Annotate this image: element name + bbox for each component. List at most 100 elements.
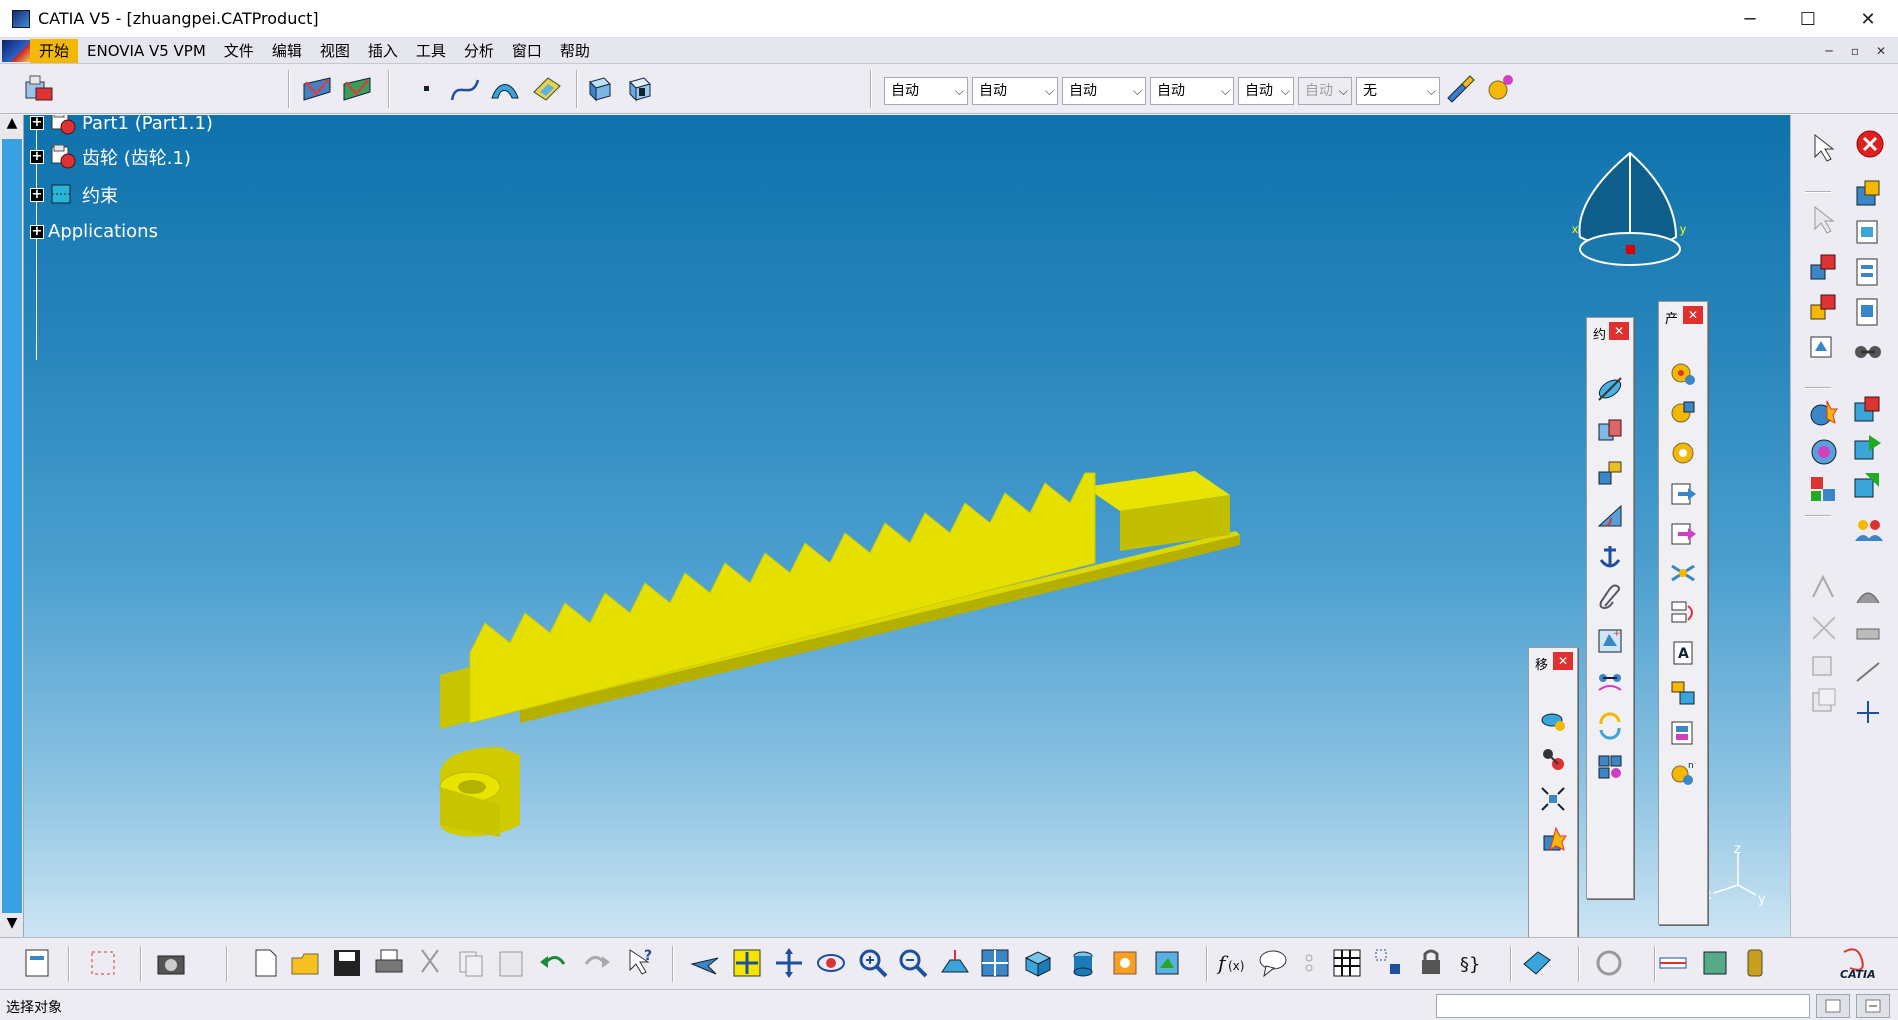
iso-view-icon[interactable] bbox=[1020, 946, 1054, 980]
measure-between-icon[interactable] bbox=[1851, 655, 1885, 689]
product-structure-floating-toolbar[interactable]: 产 ✕ A n bbox=[1658, 301, 1708, 925]
formula-icon[interactable]: f (x) bbox=[1214, 946, 1248, 980]
positioned-sketch-icon[interactable] bbox=[340, 72, 374, 106]
menu-window[interactable]: 窗口 bbox=[503, 39, 551, 63]
measure-between-icon[interactable] bbox=[1656, 946, 1690, 980]
capture-icon[interactable] bbox=[154, 946, 188, 980]
menu-view[interactable]: 视图 bbox=[311, 39, 359, 63]
assembly-feature-icon[interactable] bbox=[1807, 291, 1841, 325]
print-icon[interactable] bbox=[372, 946, 406, 980]
measure-item-icon[interactable] bbox=[1851, 615, 1885, 649]
swap-visible-space-icon[interactable] bbox=[1150, 946, 1184, 980]
exit-workbench-icon[interactable] bbox=[1853, 127, 1887, 161]
painter-icon[interactable] bbox=[1442, 72, 1476, 106]
render-style-select[interactable]: 无 ⌵ bbox=[1356, 77, 1440, 105]
doc-restore-button[interactable]: ▫ bbox=[1844, 41, 1866, 61]
generate-bom-icon[interactable] bbox=[1851, 255, 1885, 289]
fit-all-in-icon[interactable] bbox=[730, 946, 764, 980]
offset-constraint-icon[interactable] bbox=[1595, 458, 1625, 488]
flexible-rigid-icon[interactable] bbox=[1595, 668, 1625, 698]
gear-rack-model[interactable] bbox=[0, 115, 1790, 937]
sub-assembly-icon[interactable] bbox=[1851, 215, 1885, 249]
comment-icon[interactable] bbox=[1256, 946, 1290, 980]
change-constraint-icon[interactable] bbox=[1595, 710, 1625, 740]
constraints-floating-toolbar[interactable]: 约 ✕ + bbox=[1586, 317, 1634, 899]
doc-close-button[interactable]: ✕ bbox=[1870, 41, 1892, 61]
contact-constraint-icon[interactable] bbox=[1595, 416, 1625, 446]
spline-icon[interactable] bbox=[448, 72, 482, 106]
pad-icon[interactable] bbox=[582, 72, 616, 106]
menu-help[interactable]: 帮助 bbox=[551, 39, 599, 63]
design-table-icon[interactable] bbox=[1330, 946, 1364, 980]
catalog-browser-icon[interactable] bbox=[1851, 177, 1885, 211]
line-color-select[interactable]: 自动 ⌵ bbox=[884, 77, 968, 105]
existing-with-positioning-icon[interactable] bbox=[1668, 518, 1698, 548]
equation-icon[interactable]: §} bbox=[1456, 946, 1490, 980]
menu-insert[interactable]: 插入 bbox=[359, 39, 407, 63]
power-input-field[interactable] bbox=[1436, 994, 1810, 1018]
multi-view-icon[interactable] bbox=[978, 946, 1012, 980]
people-icon[interactable] bbox=[1851, 513, 1885, 547]
existing-component-icon[interactable] bbox=[1668, 478, 1698, 508]
multi-instantiation-icon[interactable]: n bbox=[1668, 758, 1698, 788]
zoom-in-icon[interactable] bbox=[856, 946, 890, 980]
new-product-icon[interactable] bbox=[1668, 398, 1698, 428]
quick-constraint-icon[interactable]: + bbox=[1595, 626, 1625, 656]
mechanism-icon[interactable] bbox=[1851, 335, 1885, 369]
menu-tools[interactable]: 工具 bbox=[407, 39, 455, 63]
close-toolbar-button[interactable]: ✕ bbox=[1609, 322, 1629, 340]
material-icon[interactable] bbox=[1484, 70, 1518, 104]
open-file-icon[interactable] bbox=[288, 946, 322, 980]
new-component-icon[interactable] bbox=[1668, 358, 1698, 388]
catia-logo-icon[interactable] bbox=[2, 39, 30, 62]
measure-inertia-icon[interactable] bbox=[1698, 946, 1732, 980]
menu-file[interactable]: 文件 bbox=[215, 39, 263, 63]
minimize-button[interactable]: ─ bbox=[1722, 0, 1778, 38]
selective-load-icon[interactable] bbox=[1668, 678, 1698, 708]
move-floating-toolbar[interactable]: 移 ✕ bbox=[1528, 647, 1578, 937]
3d-viewport[interactable]: ▲ ▼ + Part1 (Part1.1) + 齿轮 (齿轮.1) + 约束 +… bbox=[0, 115, 1790, 937]
cancel-command-button[interactable] bbox=[1816, 994, 1850, 1018]
scene-icon[interactable] bbox=[1807, 331, 1841, 365]
space-analysis-icon[interactable] bbox=[1851, 695, 1885, 729]
sketch-icon[interactable] bbox=[300, 72, 334, 106]
fix-together-icon[interactable] bbox=[1595, 584, 1625, 614]
apply-material-icon[interactable] bbox=[1738, 946, 1772, 980]
graph-tree-reordering-icon[interactable] bbox=[1668, 598, 1698, 628]
zoom-out-icon[interactable] bbox=[896, 946, 930, 980]
line-type-select[interactable]: 自动 ⌵ bbox=[1062, 77, 1146, 105]
close-toolbar-button[interactable]: ✕ bbox=[1553, 652, 1573, 670]
workbench-product-icon[interactable] bbox=[22, 72, 56, 106]
rotate-icon[interactable] bbox=[814, 946, 848, 980]
lock-icon[interactable] bbox=[1414, 946, 1448, 980]
menu-enovia[interactable]: ENOVIA V5 VPM bbox=[78, 39, 215, 63]
close-toolbar-button[interactable]: ✕ bbox=[1683, 306, 1703, 324]
reuse-pattern-icon[interactable] bbox=[1595, 752, 1625, 782]
law-icon[interactable] bbox=[1372, 946, 1406, 980]
power-input-menu-button[interactable] bbox=[1856, 994, 1890, 1018]
bill-of-material-icon[interactable] bbox=[1851, 295, 1885, 329]
point-icon[interactable] bbox=[410, 72, 444, 106]
angle-constraint-icon[interactable] bbox=[1595, 500, 1625, 530]
surface-sweep-icon[interactable] bbox=[488, 72, 522, 106]
point-symbol-select[interactable]: 自动 ⌵ bbox=[1150, 77, 1234, 105]
undo-icon[interactable] bbox=[536, 946, 570, 980]
pan-icon[interactable] bbox=[772, 946, 806, 980]
distance-analysis-icon[interactable] bbox=[1807, 473, 1841, 507]
publication-icon[interactable] bbox=[1851, 431, 1885, 465]
menu-edit[interactable]: 编辑 bbox=[263, 39, 311, 63]
generate-numbering-icon[interactable]: A bbox=[1668, 638, 1698, 668]
pocket-icon[interactable] bbox=[622, 72, 656, 106]
hide-show-icon[interactable] bbox=[1108, 946, 1142, 980]
normal-view-icon[interactable] bbox=[938, 946, 972, 980]
explode-icon[interactable] bbox=[1538, 784, 1568, 814]
shading-icon[interactable] bbox=[1066, 946, 1100, 980]
save-icon[interactable] bbox=[330, 946, 364, 980]
select-icon[interactable] bbox=[1807, 131, 1841, 165]
stop-manipulate-on-clash-icon[interactable] bbox=[1538, 824, 1568, 854]
sectioning-icon[interactable] bbox=[1807, 435, 1841, 469]
product-mgmt-icon[interactable] bbox=[1807, 251, 1841, 285]
doc-minimize-button[interactable]: ─ bbox=[1818, 41, 1840, 61]
fly-mode-icon[interactable] bbox=[688, 946, 722, 980]
line-width-select[interactable]: 自动 ⌵ bbox=[972, 77, 1058, 105]
